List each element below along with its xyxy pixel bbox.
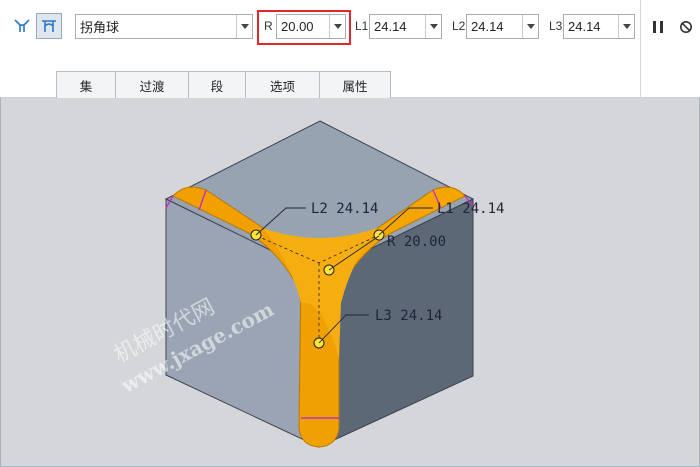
chevron-down-icon[interactable]: [522, 15, 538, 38]
l1-input[interactable]: 24.14: [369, 14, 442, 39]
l2-label: L2: [452, 19, 466, 33]
cancel-icon[interactable]: [675, 15, 697, 39]
l3-label: L3: [549, 19, 563, 33]
tab-sets[interactable]: 集: [56, 71, 116, 98]
round-corner-icon[interactable]: [9, 13, 35, 39]
round-dashboard: 拐角球 R 20.00 L1 24.14 L2 24.14 L3 24.14 集…: [0, 0, 700, 98]
transition-type-select[interactable]: 拐角球: [75, 14, 253, 39]
tab-options[interactable]: 选项: [245, 71, 320, 98]
transition-type-value: 拐角球: [80, 20, 120, 35]
l2-input[interactable]: 24.14: [466, 14, 539, 39]
dashboard-divider: [640, 0, 641, 98]
l2-value: 24.14: [471, 19, 504, 34]
l1-annotation[interactable]: L1 24.14: [437, 201, 504, 217]
radius-highlight-box: [257, 10, 351, 45]
r-annotation[interactable]: R 20.00: [387, 234, 446, 250]
l3-annotation[interactable]: L3 24.14: [375, 308, 442, 324]
l3-input[interactable]: 24.14: [563, 14, 635, 39]
chevron-down-icon[interactable]: [618, 15, 634, 38]
graphics-area[interactable]: L2 24.14 L1 24.14 R 20.00 L3 24.14 机械时代网…: [1, 98, 699, 466]
chevron-down-icon[interactable]: [236, 15, 252, 38]
tab-pieces[interactable]: 段: [188, 71, 246, 98]
chevron-down-icon[interactable]: [425, 15, 441, 38]
l1-value: 24.14: [374, 19, 407, 34]
l2-annotation[interactable]: L2 24.14: [311, 201, 378, 217]
corner-sphere-icon[interactable]: [36, 13, 62, 39]
tab-transitions[interactable]: 过渡: [115, 71, 189, 98]
model-view[interactable]: L2 24.14 L1 24.14 R 20.00 L3 24.14 机械时代网…: [1, 98, 699, 466]
l1-label: L1: [355, 19, 369, 33]
tab-properties[interactable]: 属性: [319, 71, 391, 98]
l3-value: 24.14: [568, 19, 601, 34]
pause-icon[interactable]: [647, 15, 669, 39]
